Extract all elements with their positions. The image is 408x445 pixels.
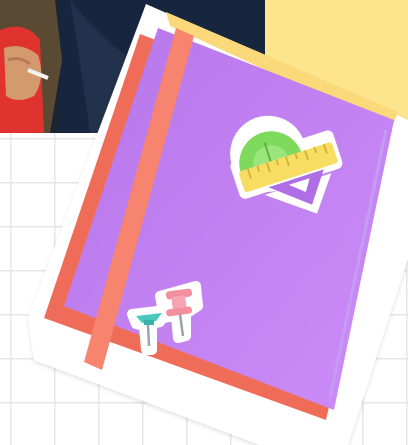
- collage-scene: [0, 0, 408, 445]
